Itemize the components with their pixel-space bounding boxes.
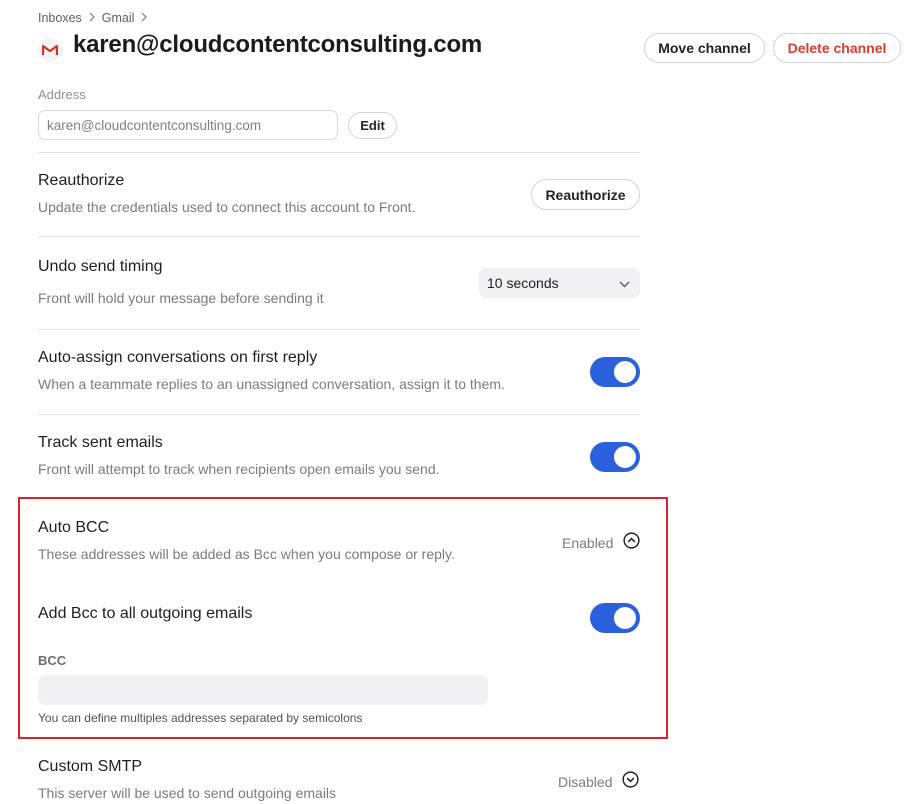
auto-bcc-expander[interactable]: Enabled: [562, 532, 640, 554]
breadcrumb: Inboxes Gmail: [38, 11, 148, 25]
move-channel-button[interactable]: Move channel: [644, 33, 765, 63]
bcc-input[interactable]: [38, 675, 488, 705]
divider: [38, 152, 640, 153]
address-field[interactable]: karen@cloudcontentconsulting.com: [38, 110, 338, 140]
toggle-knob: [614, 446, 636, 468]
track-sent-toggle[interactable]: [590, 442, 640, 472]
auto-bcc-description: These addresses will be added as Bcc whe…: [38, 546, 455, 562]
chevron-right-icon: [88, 11, 96, 25]
divider: [38, 414, 640, 415]
toggle-knob: [614, 607, 636, 629]
toggle-knob: [614, 361, 636, 383]
undo-send-title: Undo send timing: [38, 258, 163, 275]
custom-smtp-expander[interactable]: Disabled: [558, 771, 640, 793]
undo-send-select[interactable]: 10 seconds: [479, 268, 640, 298]
divider: [38, 236, 640, 237]
chevron-right-icon: [140, 11, 148, 25]
address-value: karen@cloudcontentconsulting.com: [47, 117, 262, 133]
auto-assign-toggle[interactable]: [590, 357, 640, 387]
breadcrumb-inboxes[interactable]: Inboxes: [38, 11, 82, 25]
track-sent-title: Track sent emails: [38, 434, 163, 451]
delete-channel-button[interactable]: Delete channel: [773, 33, 901, 63]
edit-address-button[interactable]: Edit: [348, 112, 397, 139]
custom-smtp-title: Custom SMTP: [38, 758, 143, 775]
track-sent-description: Front will attempt to track when recipie…: [38, 461, 440, 477]
add-bcc-all-title: Add Bcc to all outgoing emails: [38, 605, 253, 622]
undo-send-selected: 10 seconds: [487, 275, 559, 291]
auto-bcc-status: Enabled: [562, 535, 614, 551]
auto-bcc-title: Auto BCC: [38, 519, 110, 536]
auto-assign-title: Auto-assign conversations on first reply: [38, 349, 318, 366]
chevron-up-circle-icon: [623, 532, 640, 554]
divider: [38, 329, 640, 330]
custom-smtp-status: Disabled: [558, 774, 613, 790]
gmail-icon: [38, 38, 62, 62]
undo-send-description: Front will hold your message before send…: [38, 290, 324, 306]
address-label: Address: [38, 87, 86, 102]
reauthorize-description: Update the credentials used to connect t…: [38, 199, 416, 215]
custom-smtp-description: This server will be used to send outgoin…: [38, 785, 337, 801]
auto-assign-description: When a teammate replies to an unassigned…: [38, 376, 505, 392]
bcc-label: BCC: [38, 653, 67, 668]
reauthorize-button[interactable]: Reauthorize: [531, 179, 640, 210]
add-bcc-all-toggle[interactable]: [590, 603, 640, 633]
page-title: karen@cloudcontentconsulting.com: [73, 31, 483, 58]
breadcrumb-gmail[interactable]: Gmail: [102, 11, 135, 25]
reauthorize-title: Reauthorize: [38, 172, 125, 189]
chevron-down-icon: [619, 275, 630, 291]
bcc-hint: You can define multiples addresses separ…: [38, 711, 363, 725]
chevron-down-circle-icon: [622, 771, 640, 793]
